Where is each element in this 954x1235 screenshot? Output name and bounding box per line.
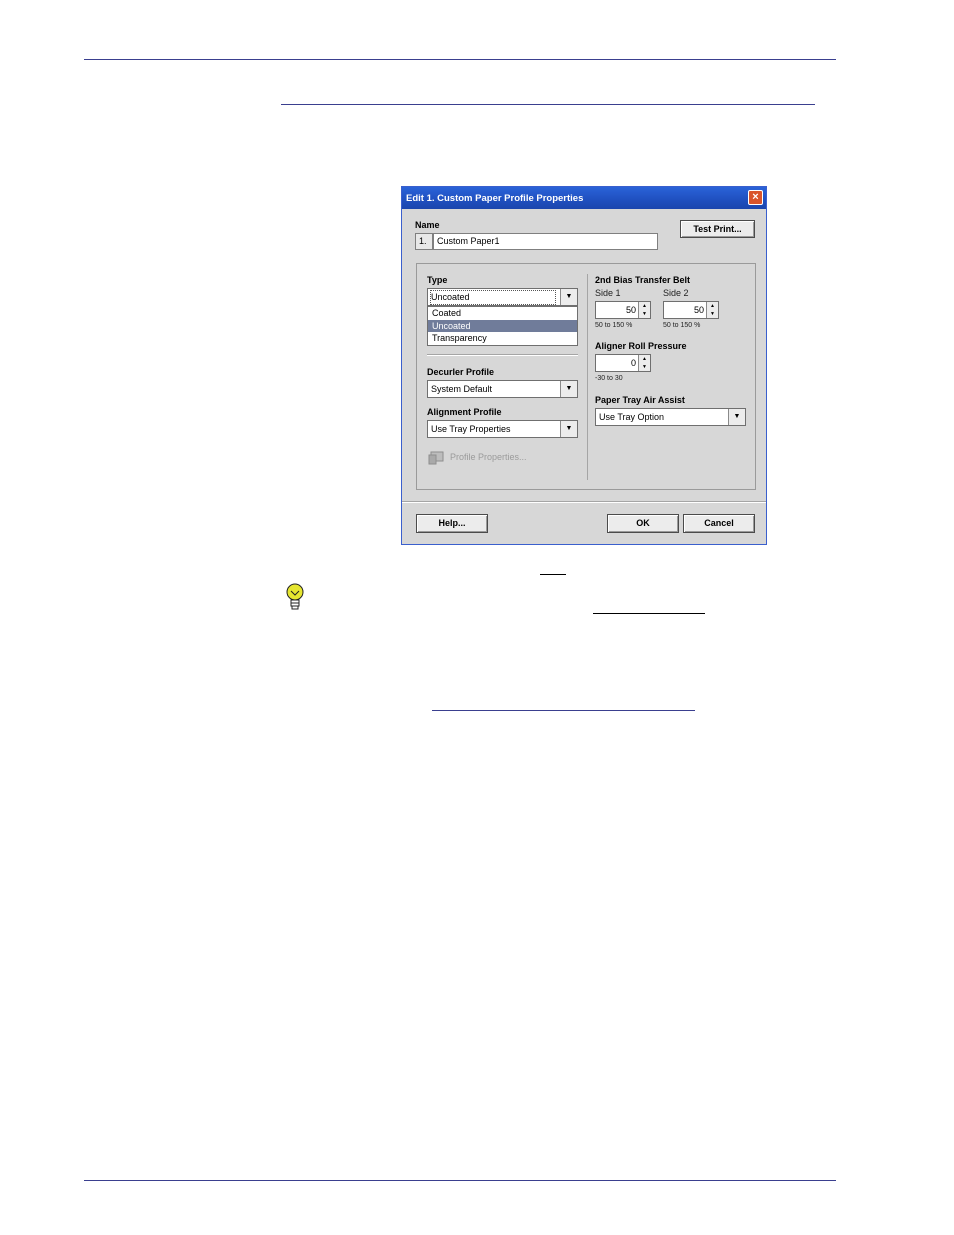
bias-belt-label: 2nd Bias Transfer Belt (595, 275, 691, 285)
side2-stepper[interactable]: 50 ▲ ▼ (663, 301, 719, 319)
profile-properties-label: Profile Properties... (450, 452, 527, 462)
dialog-title: Edit 1. Custom Paper Profile Properties (406, 192, 584, 204)
chevron-down-icon[interactable]: ▼ (728, 409, 745, 425)
name-index-field: 1. (415, 233, 433, 250)
section-rule (281, 104, 815, 105)
air-assist-label: Paper Tray Air Assist (595, 395, 685, 405)
spin-arrows-icon[interactable]: ▲ ▼ (706, 302, 718, 318)
profile-properties-icon (428, 451, 444, 465)
type-select-value: Uncoated (430, 290, 556, 305)
spin-arrows-icon[interactable]: ▲ ▼ (638, 302, 650, 318)
custom-paper-profile-dialog: Edit 1. Custom Paper Profile Properties … (401, 186, 767, 545)
decurler-select-value: System Default (431, 384, 493, 394)
help-button[interactable]: Help... (416, 514, 488, 533)
chevron-down-icon[interactable]: ▼ (560, 381, 577, 397)
footer-rule (84, 1180, 836, 1181)
close-icon[interactable]: × (748, 190, 763, 205)
spin-arrows-icon[interactable]: ▲ ▼ (638, 355, 650, 371)
footer-separator (402, 501, 766, 503)
left-separator (427, 354, 578, 356)
alignment-select-value: Use Tray Properties (431, 424, 511, 434)
air-assist-select-value: Use Tray Option (599, 412, 665, 422)
side1-stepper[interactable]: 50 ▲ ▼ (595, 301, 651, 319)
text-underline (540, 574, 566, 575)
dialog-titlebar[interactable]: Edit 1. Custom Paper Profile Properties (402, 187, 766, 209)
chevron-down-icon[interactable]: ▼ (560, 421, 577, 437)
alignment-label: Alignment Profile (427, 407, 502, 417)
link-underline[interactable] (432, 710, 695, 711)
column-separator (587, 274, 588, 480)
header-rule (84, 59, 836, 60)
aligner-range: -30 to 30 (595, 375, 623, 382)
aligner-value: 0 (630, 358, 636, 368)
side2-range: 50 to 150 % (663, 322, 701, 329)
settings-group: Type Uncoated ▼ Coated Uncoated Transpar… (416, 263, 756, 490)
side1-label: Side 1 (595, 288, 621, 298)
chevron-down-icon[interactable]: ▼ (560, 289, 577, 305)
name-label: Name (415, 220, 440, 230)
side2-label: Side 2 (663, 288, 689, 298)
profile-properties-button[interactable]: Profile Properties... (427, 450, 567, 466)
ok-button[interactable]: OK (607, 514, 679, 533)
aligner-stepper[interactable]: 0 ▲ ▼ (595, 354, 651, 372)
type-select[interactable]: Uncoated ▼ (427, 288, 578, 306)
link-underline[interactable] (593, 613, 705, 614)
side2-value: 50 (693, 305, 704, 315)
air-assist-select[interactable]: Use Tray Option ▼ (595, 408, 746, 426)
type-option-coated[interactable]: Coated (428, 307, 577, 320)
name-input[interactable]: Custom Paper1 (433, 233, 658, 250)
test-print-button[interactable]: Test Print... (680, 220, 755, 238)
cancel-button[interactable]: Cancel (683, 514, 755, 533)
aligner-label: Aligner Roll Pressure (595, 341, 687, 351)
alignment-select[interactable]: Use Tray Properties ▼ (427, 420, 578, 438)
side1-range: 50 to 150 % (595, 322, 633, 329)
decurler-label: Decurler Profile (427, 367, 495, 377)
type-option-transparency[interactable]: Transparency (428, 332, 577, 345)
decurler-select[interactable]: System Default ▼ (427, 380, 578, 398)
type-dropdown-list: Coated Uncoated Transparency (427, 306, 578, 346)
side1-value: 50 (625, 305, 636, 315)
type-option-uncoated[interactable]: Uncoated (428, 319, 577, 332)
lightbulb-tip-icon (286, 583, 304, 610)
type-label: Type (427, 275, 448, 285)
